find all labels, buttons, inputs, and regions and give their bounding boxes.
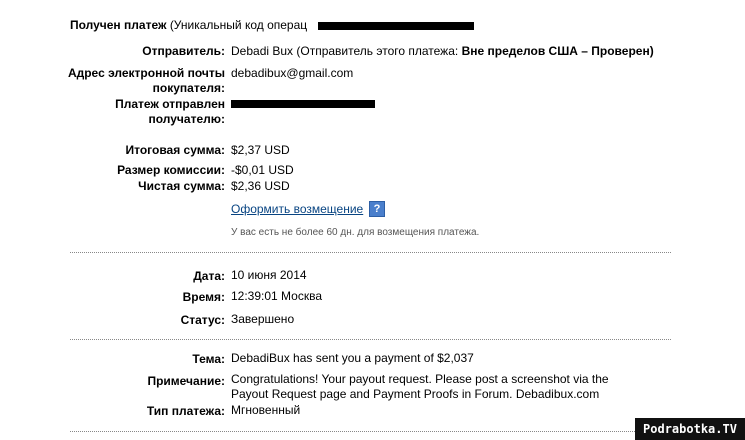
sender-label: Отправитель:	[142, 44, 225, 58]
date-label: Дата:	[193, 269, 225, 283]
time-label: Время:	[182, 290, 225, 304]
page-title-row: Получен платеж (Уникальный код операц	[70, 18, 307, 33]
sender-value: Debadi Bux (Отправитель этого платежа:	[231, 44, 459, 58]
help-icon[interactable]: ?	[369, 201, 385, 217]
transaction-code-label: (Уникальный код операц	[169, 18, 308, 32]
time-value: 12:39:01 Москва	[231, 289, 323, 303]
note-label: Примечание:	[147, 374, 225, 388]
section-divider	[70, 252, 671, 253]
buyer-email-label-line2: покупателя:	[152, 81, 225, 95]
subject-label: Тема:	[192, 352, 225, 366]
sender-value-row: Debadi Bux (Отправитель этого платежа: В…	[231, 44, 654, 59]
status-label: Статус:	[180, 313, 225, 327]
total-amount-value: $2,37 USD	[231, 143, 290, 157]
payment-type-value: Мгновенный	[231, 403, 301, 417]
net-amount-value: $2,36 USD	[231, 179, 290, 193]
subject-value: DebadiBux has sent you a payment of $2,0…	[231, 351, 474, 365]
sent-to-label-line1: Платеж отправлен	[115, 97, 225, 111]
redacted-recipient-email	[231, 100, 375, 108]
sender-status: Вне пределов США – Проверен)	[461, 44, 654, 58]
buyer-email-label-line1: Адрес электронной почты	[67, 66, 225, 80]
fee-value: -$0,01 USD	[231, 163, 294, 177]
total-amount-label: Итоговая сумма:	[125, 143, 225, 157]
note-line-1: Congratulations! Your payout request. Pl…	[231, 372, 609, 386]
net-amount-label: Чистая сумма:	[138, 179, 225, 193]
fee-label: Размер комиссии:	[117, 163, 225, 177]
issue-refund-link[interactable]: Оформить возмещение	[231, 202, 363, 217]
redacted-transaction-code	[318, 22, 474, 30]
watermark-logo: Podrabotka.TV	[635, 418, 745, 440]
refund-deadline-note: У вас есть не более 60 дн. для возмещени…	[231, 227, 480, 238]
sent-to-label-line2: получателю:	[148, 112, 225, 126]
section-divider	[70, 431, 671, 432]
date-value: 10 июня 2014	[231, 268, 307, 282]
page-title: Получен платеж	[70, 18, 167, 32]
payment-type-label: Тип платежа:	[146, 404, 225, 418]
status-value: Завершено	[231, 312, 295, 326]
note-line-2: Payout Request page and Payment Proofs i…	[231, 387, 600, 401]
section-divider	[70, 339, 671, 340]
buyer-email-value: debadibux@gmail.com	[231, 66, 354, 80]
